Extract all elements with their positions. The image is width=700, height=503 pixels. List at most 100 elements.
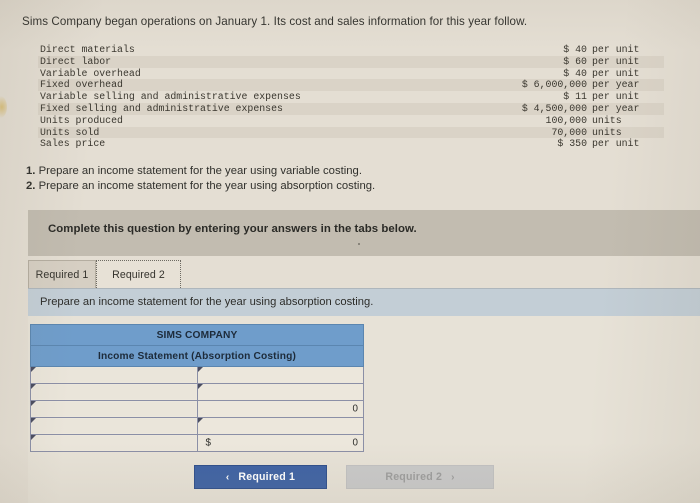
facts-row: Fixed selling and administrative expense…: [38, 102, 664, 115]
facts-amount: 100,000: [545, 114, 587, 126]
facts-row: Variable selling and administrative expe…: [38, 91, 664, 103]
facts-label: Variable selling and administrative expe…: [40, 91, 301, 103]
facts-unit: per unit: [592, 44, 640, 55]
facts-unit: per unit: [592, 67, 640, 79]
facts-row: Sales price $ 350 per unit: [38, 138, 664, 150]
facts-unit: per unit: [592, 91, 640, 103]
line-label-input-5[interactable]: [32, 436, 196, 450]
tab-required-1[interactable]: Required 1: [28, 260, 96, 288]
banner-speck: [358, 243, 360, 245]
dropdown-marker-icon: [197, 384, 203, 389]
amount-value-5[interactable]: 0: [353, 438, 358, 449]
instruction-band: Prepare an income statement for the year…: [28, 288, 700, 316]
chevron-left-icon: ‹: [225, 471, 230, 483]
dropdown-marker-icon: [197, 418, 203, 423]
banner-text: Complete this question by entering your …: [48, 223, 417, 235]
line-label-input-4[interactable]: [32, 419, 196, 433]
statement-line-label-cell-2[interactable]: [30, 383, 198, 401]
tab-required-2[interactable]: Required 2: [96, 260, 181, 288]
facts-amount: $ 4,500,000: [467, 102, 592, 115]
facts-amount: 70,000: [467, 126, 592, 139]
facts-unit: per year: [592, 102, 664, 115]
facts-unit: per year: [592, 79, 664, 92]
statement-subheader-row: Income Statement (Absorption Costing): [30, 345, 364, 367]
statement-amount-cell-2[interactable]: [196, 383, 364, 401]
facts-body: Direct materials $ 40 per unit Direct la…: [38, 44, 664, 150]
facts-row: Direct labor $ 60 per unit: [38, 55, 664, 68]
dropdown-marker-icon: [31, 418, 36, 423]
tab-label: Required 2: [112, 268, 165, 281]
requirement-item-2: 2. Prepare an income statement for the y…: [26, 179, 626, 194]
facts-label: Sales price: [40, 138, 106, 150]
table-row: $ 0: [30, 434, 364, 452]
dropdown-marker-icon: [31, 384, 36, 389]
facts-label: Direct materials: [40, 44, 135, 55]
facts-amount: $ 6,000,000: [467, 79, 592, 92]
facts-row: Units produced 100,000 units: [38, 115, 664, 127]
previous-required-1-button[interactable]: ‹ Required 1: [194, 465, 327, 489]
facts-label: Direct labor: [38, 55, 467, 68]
complete-question-banner: Complete this question by entering your …: [28, 210, 700, 256]
facts-unit: units: [592, 126, 664, 139]
requirement-text: Prepare an income statement for the year…: [38, 165, 362, 177]
facts-label: Fixed selling and administrative expense…: [38, 102, 467, 115]
statement-amount-cell-1[interactable]: [196, 366, 364, 384]
requirement-number: 1.: [26, 165, 36, 177]
statement-header-row: SIMS COMPANY: [30, 324, 364, 346]
amount-currency-5: $: [205, 437, 211, 449]
requirement-text: Prepare an income statement for the year…: [38, 180, 376, 193]
requirement-number: 2.: [26, 180, 36, 193]
line-label-input-2[interactable]: [32, 385, 196, 399]
statement-title: Income Statement (Absorption Costing): [30, 345, 364, 367]
statement-line-label-cell-1[interactable]: [30, 366, 198, 384]
line-label-input-3[interactable]: [32, 402, 196, 416]
facts-amount: $ 40: [563, 67, 587, 79]
tab-strip: Required 1 Required 2: [28, 260, 700, 288]
dropdown-marker-icon: [197, 367, 203, 372]
statement-amount-cell-3[interactable]: 0: [196, 400, 364, 418]
dropdown-marker-icon: [31, 401, 36, 406]
facts-unit: per unit: [592, 138, 640, 150]
previous-button-label: Required 1: [238, 471, 296, 483]
intro-text: Sims Company began operations on January…: [22, 15, 528, 28]
instruction-text: Prepare an income statement for the year…: [40, 296, 374, 308]
facts-row: Units sold 70,000 units: [38, 126, 664, 139]
statement-line-label-cell-5[interactable]: [30, 434, 198, 452]
facts-amount: $ 40: [563, 44, 587, 55]
chevron-right-icon: ›: [451, 471, 455, 483]
income-statement-table: SIMS COMPANY Income Statement (Absorptio…: [30, 324, 364, 452]
table-row: [30, 366, 364, 384]
dropdown-marker-icon: [31, 435, 36, 440]
facts-unit: per unit: [592, 55, 664, 68]
amount-value-3[interactable]: 0: [353, 404, 358, 415]
tab-label: Required 1: [35, 268, 89, 281]
facts-label: Variable overhead: [40, 67, 141, 79]
navigation-buttons: ‹ Required 1 Required 2 ›: [194, 465, 514, 489]
statement-amount-cell-4[interactable]: [196, 417, 364, 435]
statement-line-label-cell-4[interactable]: [30, 417, 198, 435]
facts-amount: $ 350: [557, 138, 587, 150]
cost-sales-facts-table: Direct materials $ 40 per unit Direct la…: [38, 44, 664, 150]
table-row: [30, 383, 364, 401]
next-button-label: Required 2: [385, 471, 443, 483]
facts-unit: units: [592, 114, 622, 126]
line-label-input-1[interactable]: [32, 368, 196, 382]
facts-row: Direct materials $ 40 per unit: [38, 44, 664, 56]
facts-row: Fixed overhead $ 6,000,000 per year: [38, 79, 664, 92]
facts-label: Units produced: [40, 114, 123, 126]
next-required-2-button[interactable]: Required 2 ›: [346, 465, 494, 489]
table-row: 0: [30, 400, 364, 418]
statement-company-name: SIMS COMPANY: [30, 324, 364, 346]
facts-label: Units sold: [38, 126, 467, 139]
requirements-list: 1. Prepare an income statement for the y…: [26, 164, 626, 195]
income-statement-body: SIMS COMPANY Income Statement (Absorptio…: [30, 324, 364, 452]
table-row: [30, 417, 364, 435]
dropdown-marker-icon: [31, 367, 36, 372]
facts-amount: $ 60: [467, 55, 592, 68]
facts-row: Variable overhead $ 40 per unit: [38, 68, 664, 80]
facts-label: Fixed overhead: [38, 79, 467, 92]
statement-amount-cell-5[interactable]: $ 0: [196, 434, 364, 452]
photo-edge-artifact: [0, 96, 7, 118]
statement-line-label-cell-3[interactable]: [30, 400, 198, 418]
requirement-item-1: 1. Prepare an income statement for the y…: [26, 164, 626, 179]
